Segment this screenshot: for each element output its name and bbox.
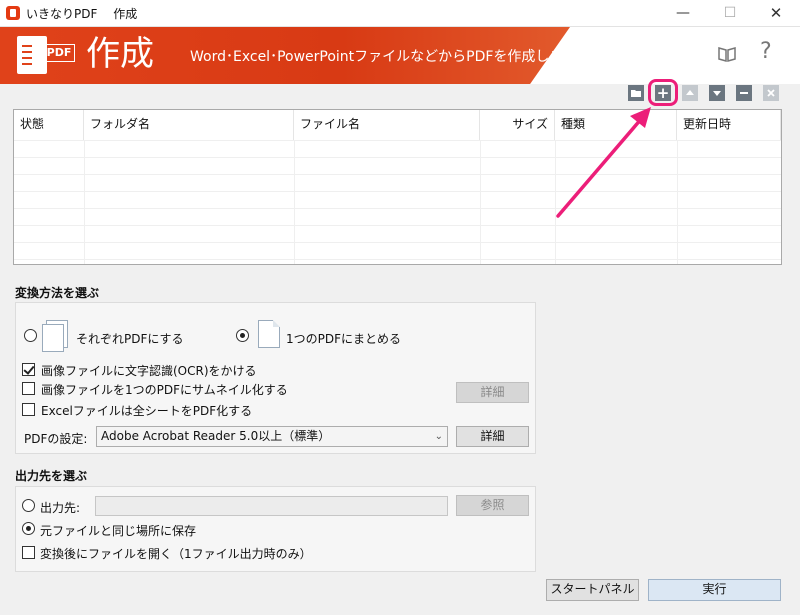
page-title: 作成: [86, 34, 154, 74]
ocr-label: 画像ファイルに文字認識(OCR)をかける: [41, 364, 257, 378]
excel-all-sheets-checkbox[interactable]: [22, 403, 35, 416]
output-dest-input[interactable]: [95, 496, 448, 516]
table-header: 状態 フォルダ名 ファイル名 サイズ 種類 更新日時: [14, 110, 781, 140]
convert-heading: 変換方法を選ぶ: [15, 286, 100, 300]
merge-pdf-label: 1つのPDFにまとめる: [286, 332, 402, 346]
add-button-highlight: [648, 79, 678, 106]
output-dest-label: 出力先:: [40, 501, 81, 515]
start-panel-button[interactable]: スタートパネル: [546, 579, 639, 601]
column-type[interactable]: 種類: [555, 110, 677, 140]
chevron-down-icon: ⌄: [434, 431, 443, 442]
minimize-button[interactable]: —: [660, 0, 706, 27]
pdf-setting-select[interactable]: Adobe Acrobat Reader 5.0以上（標準） ⌄: [96, 426, 448, 447]
thumbnail-label: 画像ファイルを1つのPDFにサムネイル化する: [41, 383, 288, 397]
open-after-checkbox[interactable]: [22, 546, 35, 559]
pdf-setting-detail-button[interactable]: 詳細: [456, 426, 529, 447]
column-folder[interactable]: フォルダ名: [84, 110, 294, 140]
app-icon: [6, 6, 20, 20]
close-window-button[interactable]: ✕: [753, 0, 799, 27]
file-table[interactable]: 状態 フォルダ名 ファイル名 サイズ 種類 更新日時: [13, 109, 782, 265]
ocr-checkbox[interactable]: [22, 363, 35, 376]
separate-pdf-label: それぞれPDFにする: [76, 332, 184, 346]
pdf-setting-value: Adobe Acrobat Reader 5.0以上（標準）: [101, 429, 331, 443]
title-bar: いきなりPDF 作成 — ☐ ✕: [0, 0, 800, 27]
down-arrow-icon[interactable]: [709, 85, 725, 101]
separate-pdf-radio[interactable]: [24, 329, 37, 342]
convert-group: それぞれPDFにする 1つのPDFにまとめる 画像ファイルに文字認識(OCR)を…: [15, 302, 536, 454]
column-modified[interactable]: 更新日時: [677, 110, 781, 140]
open-after-label: 変換後にファイルを開く（1ファイル出力時のみ）: [40, 547, 312, 561]
page-subtitle: Word･Excel･PowerPointファイルなどからPDFを作成します: [190, 49, 578, 65]
folder-icon[interactable]: [628, 85, 644, 101]
single-document-icon: [258, 320, 280, 348]
column-filename[interactable]: ファイル名: [294, 110, 480, 140]
execute-button[interactable]: 実行: [648, 579, 781, 601]
manual-book-icon[interactable]: [717, 45, 737, 63]
pdf-setting-label: PDFの設定:: [24, 432, 88, 446]
up-arrow-icon[interactable]: [682, 85, 698, 101]
excel-all-sheets-label: Excelファイルは全シートをPDF化する: [41, 404, 253, 418]
multi-document-icon-layer: [42, 324, 64, 352]
clear-icon[interactable]: [763, 85, 779, 101]
maximize-button[interactable]: ☐: [707, 0, 753, 27]
minus-icon[interactable]: [736, 85, 752, 101]
thumbnail-checkbox[interactable]: [22, 382, 35, 395]
help-icon[interactable]: ?: [760, 39, 772, 64]
merge-pdf-radio[interactable]: [236, 329, 249, 342]
browse-button[interactable]: 参照: [456, 495, 529, 516]
same-place-radio[interactable]: [22, 522, 35, 535]
same-place-label: 元ファイルと同じ場所に保存: [40, 524, 197, 538]
column-status[interactable]: 状態: [14, 110, 84, 140]
pdf-logo-tag: PDF: [37, 44, 75, 62]
output-group: 出力先: 参照 元ファイルと同じ場所に保存 変換後にファイルを開く（1ファイル出…: [15, 486, 536, 572]
output-heading: 出力先を選ぶ: [15, 469, 88, 483]
column-size[interactable]: サイズ: [480, 110, 555, 140]
thumbnail-detail-button[interactable]: 詳細: [456, 382, 529, 403]
output-dest-radio[interactable]: [22, 499, 35, 512]
window-title: いきなりPDF 作成: [26, 7, 138, 21]
banner: PDF 作成 Word･Excel･PowerPointファイルなどからPDFを…: [0, 27, 800, 84]
